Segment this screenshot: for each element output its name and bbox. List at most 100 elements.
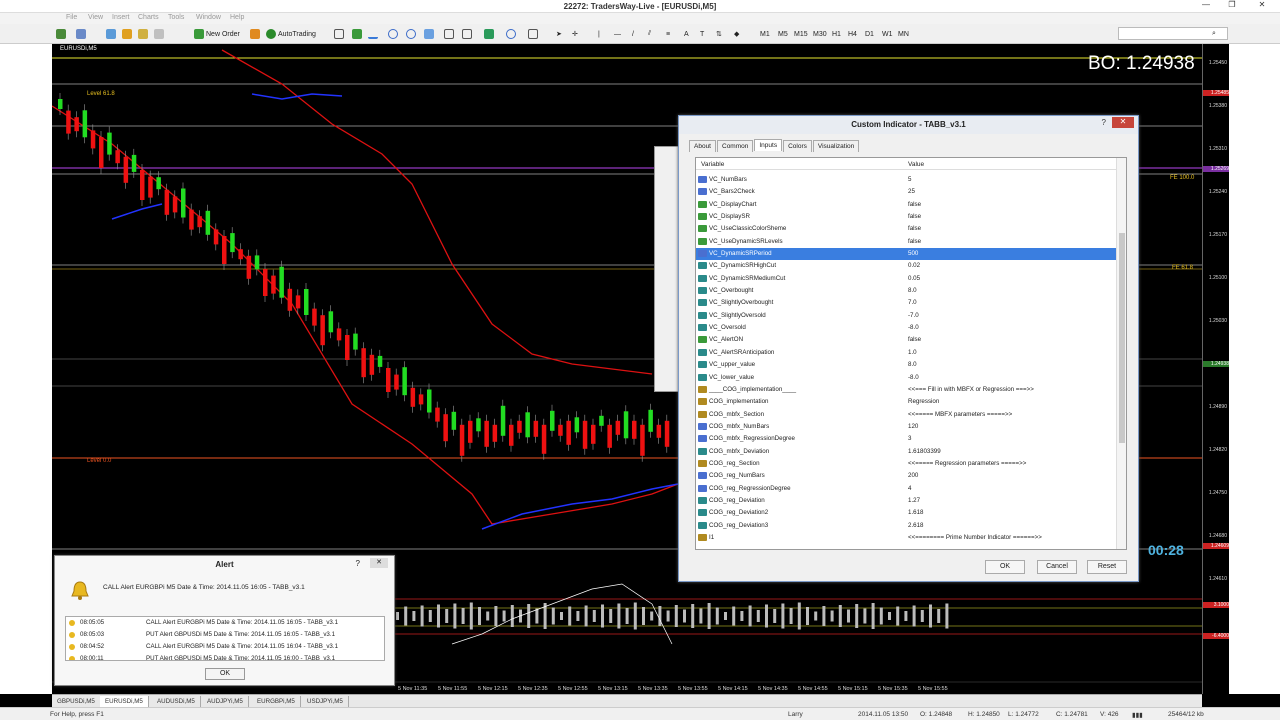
input-value[interactable]: 7.0 (908, 299, 917, 306)
tab-gbpusd[interactable]: GBPUSDi,M5 (52, 696, 101, 707)
input-row[interactable]: COG_reg_NumBars 200 (696, 470, 1116, 482)
tab-usdjpy[interactable]: USDJPYi,M5 (302, 696, 349, 707)
text-tool[interactable]: A (684, 28, 689, 40)
timeframe-h4[interactable]: H4 (848, 28, 857, 40)
input-row[interactable]: VC_NumBars 5 (696, 174, 1116, 186)
label-tool[interactable]: T (700, 28, 704, 40)
alert-list-item[interactable]: 08:04:52 CALL Alert EURGBPi M5 Date & Tim… (66, 641, 384, 653)
vertical-line-tool[interactable]: | (598, 28, 600, 40)
input-row[interactable]: VC_UseClassicColorSheme false (696, 223, 1116, 235)
input-value[interactable]: 25 (908, 188, 915, 195)
input-value[interactable]: 500 (908, 250, 918, 257)
alert-close-button[interactable]: ✕ (370, 558, 388, 568)
menu-view[interactable]: View (88, 14, 103, 21)
input-row[interactable]: VC_lower_value -8.0 (696, 372, 1116, 384)
zoom-in-tool[interactable] (388, 28, 398, 40)
maximize-button[interactable]: ❐ (1222, 0, 1242, 12)
tab-about[interactable]: About (689, 140, 716, 152)
input-row[interactable]: VC_AlertON false (696, 334, 1116, 346)
alert-ok-button[interactable]: OK (205, 668, 245, 680)
input-row[interactable]: COG_implementation Regression (696, 396, 1116, 408)
minimize-button[interactable]: — (1196, 0, 1216, 12)
menu-window[interactable]: Window (196, 14, 221, 21)
input-value[interactable]: 8.0 (908, 361, 917, 368)
input-value[interactable]: 120 (908, 423, 918, 430)
input-row[interactable]: COG_reg_Section <<===== Regression parame… (696, 458, 1116, 470)
input-row[interactable]: VC_Bars2Check 25 (696, 186, 1116, 198)
input-value[interactable]: 5 (908, 176, 911, 183)
input-value[interactable]: <<=== Fill in with MBFX or Regression ==… (908, 386, 1034, 393)
scrollbar-thumb[interactable] (1119, 233, 1125, 443)
alert-list-item[interactable]: 08:00:11 PUT Alert GBPUSDi M5 Date & Time… (66, 653, 384, 660)
input-value[interactable]: 200 (908, 472, 918, 479)
ok-button[interactable]: OK (985, 560, 1025, 574)
timeframe-d1[interactable]: D1 (865, 28, 874, 40)
input-row[interactable]: VC_DynamicSRMediumCut 0.05 (696, 273, 1116, 285)
input-value[interactable]: 1.0 (908, 349, 917, 356)
menu-tools[interactable]: Tools (168, 14, 184, 21)
dialog-help-button[interactable]: ? (1102, 118, 1106, 127)
input-value[interactable]: <<===== MBFX parameters =====>> (908, 411, 1012, 418)
input-value[interactable]: 1.61803399 (908, 448, 941, 455)
tab-common[interactable]: Common (717, 140, 754, 152)
input-row[interactable]: VC_DynamicSRPeriod 500 (696, 248, 1116, 261)
timeframe-w1[interactable]: W1 (882, 28, 893, 40)
input-value[interactable]: -8.0 (908, 324, 919, 331)
shapes-tool[interactable]: ◆ (734, 28, 739, 40)
periods-tool[interactable] (506, 28, 516, 40)
tab-inputs[interactable]: Inputs (754, 139, 783, 151)
input-value[interactable]: 1.618 (908, 509, 923, 516)
input-row[interactable]: COG_mbfx_Deviation 1.61803399 (696, 446, 1116, 458)
input-value[interactable]: -8.0 (908, 374, 919, 381)
bar-chart-tool[interactable] (334, 28, 344, 40)
navigator-tool[interactable] (122, 28, 132, 40)
tester-tool[interactable] (154, 28, 164, 40)
cursor-tool[interactable]: ➤ (556, 28, 562, 40)
zoom-out-tool[interactable] (406, 28, 416, 40)
tab-eurusd[interactable]: EURUSDi,M5 (100, 696, 149, 707)
dialog-close-button[interactable]: ✕ (1112, 117, 1134, 128)
market-watch-tool[interactable] (106, 28, 116, 40)
cancel-button[interactable]: Cancel (1037, 560, 1077, 574)
input-row[interactable]: I1 <<======== Prime Number Indicator ====… (696, 532, 1116, 544)
candle-chart-tool[interactable] (352, 28, 362, 40)
input-value[interactable]: <<======== Prime Number Indicator ======… (908, 534, 1042, 541)
input-row[interactable]: VC_AlertSRAnticipation 1.0 (696, 347, 1116, 359)
autotrading-button[interactable]: AutoTrading (266, 28, 316, 40)
input-value[interactable]: false (908, 225, 921, 232)
input-value[interactable]: 8.0 (908, 287, 917, 294)
reset-button[interactable]: Reset (1087, 560, 1127, 574)
tab-colors[interactable]: Colors (783, 140, 812, 152)
crosshair-tool[interactable]: ✛ (572, 28, 578, 40)
input-row[interactable]: VC_Oversold -8.0 (696, 322, 1116, 334)
alert-list-item[interactable]: 08:05:05 CALL Alert EURGBPi M5 Date & Tim… (66, 617, 384, 629)
input-row[interactable]: VC_SlightlyOversold -7.0 (696, 310, 1116, 322)
timeframe-mn[interactable]: MN (898, 28, 909, 40)
input-value[interactable]: false (908, 238, 921, 245)
input-value[interactable]: 0.02 (908, 262, 920, 269)
metaeditor-button[interactable] (250, 28, 260, 40)
input-row[interactable]: COG_reg_Deviation3 2.618 (696, 520, 1116, 532)
menu-file[interactable]: File (66, 14, 77, 21)
close-window-button[interactable]: ✕ (1252, 0, 1272, 12)
new-order-button[interactable]: New Order (194, 28, 240, 40)
horizontal-line-tool[interactable]: — (614, 28, 621, 40)
tab-visualization[interactable]: Visualization (812, 140, 860, 152)
menu-help[interactable]: Help (230, 14, 244, 21)
arrows-tool[interactable]: ⇅ (716, 28, 722, 40)
input-row[interactable]: COG_mbfx_RegressionDegree 3 (696, 433, 1116, 445)
input-row[interactable]: COG_reg_RegressionDegree 4 (696, 483, 1116, 495)
input-value[interactable]: false (908, 213, 921, 220)
profiles-tool[interactable] (76, 28, 86, 40)
input-value[interactable]: 1.27 (908, 497, 920, 504)
input-row[interactable]: VC_DynamicSRHighCut 0.02 (696, 260, 1116, 272)
menu-charts[interactable]: Charts (138, 14, 159, 21)
input-value[interactable]: 3 (908, 435, 911, 442)
timeframe-m30[interactable]: M30 (813, 28, 827, 40)
input-row[interactable]: VC_UseDynamicSRLevels false (696, 236, 1116, 248)
input-row[interactable]: VC_upper_value 8.0 (696, 359, 1116, 371)
templates-tool[interactable] (528, 28, 538, 40)
input-value[interactable]: false (908, 201, 921, 208)
timeframe-h1[interactable]: H1 (832, 28, 841, 40)
menu-insert[interactable]: Insert (112, 14, 130, 21)
